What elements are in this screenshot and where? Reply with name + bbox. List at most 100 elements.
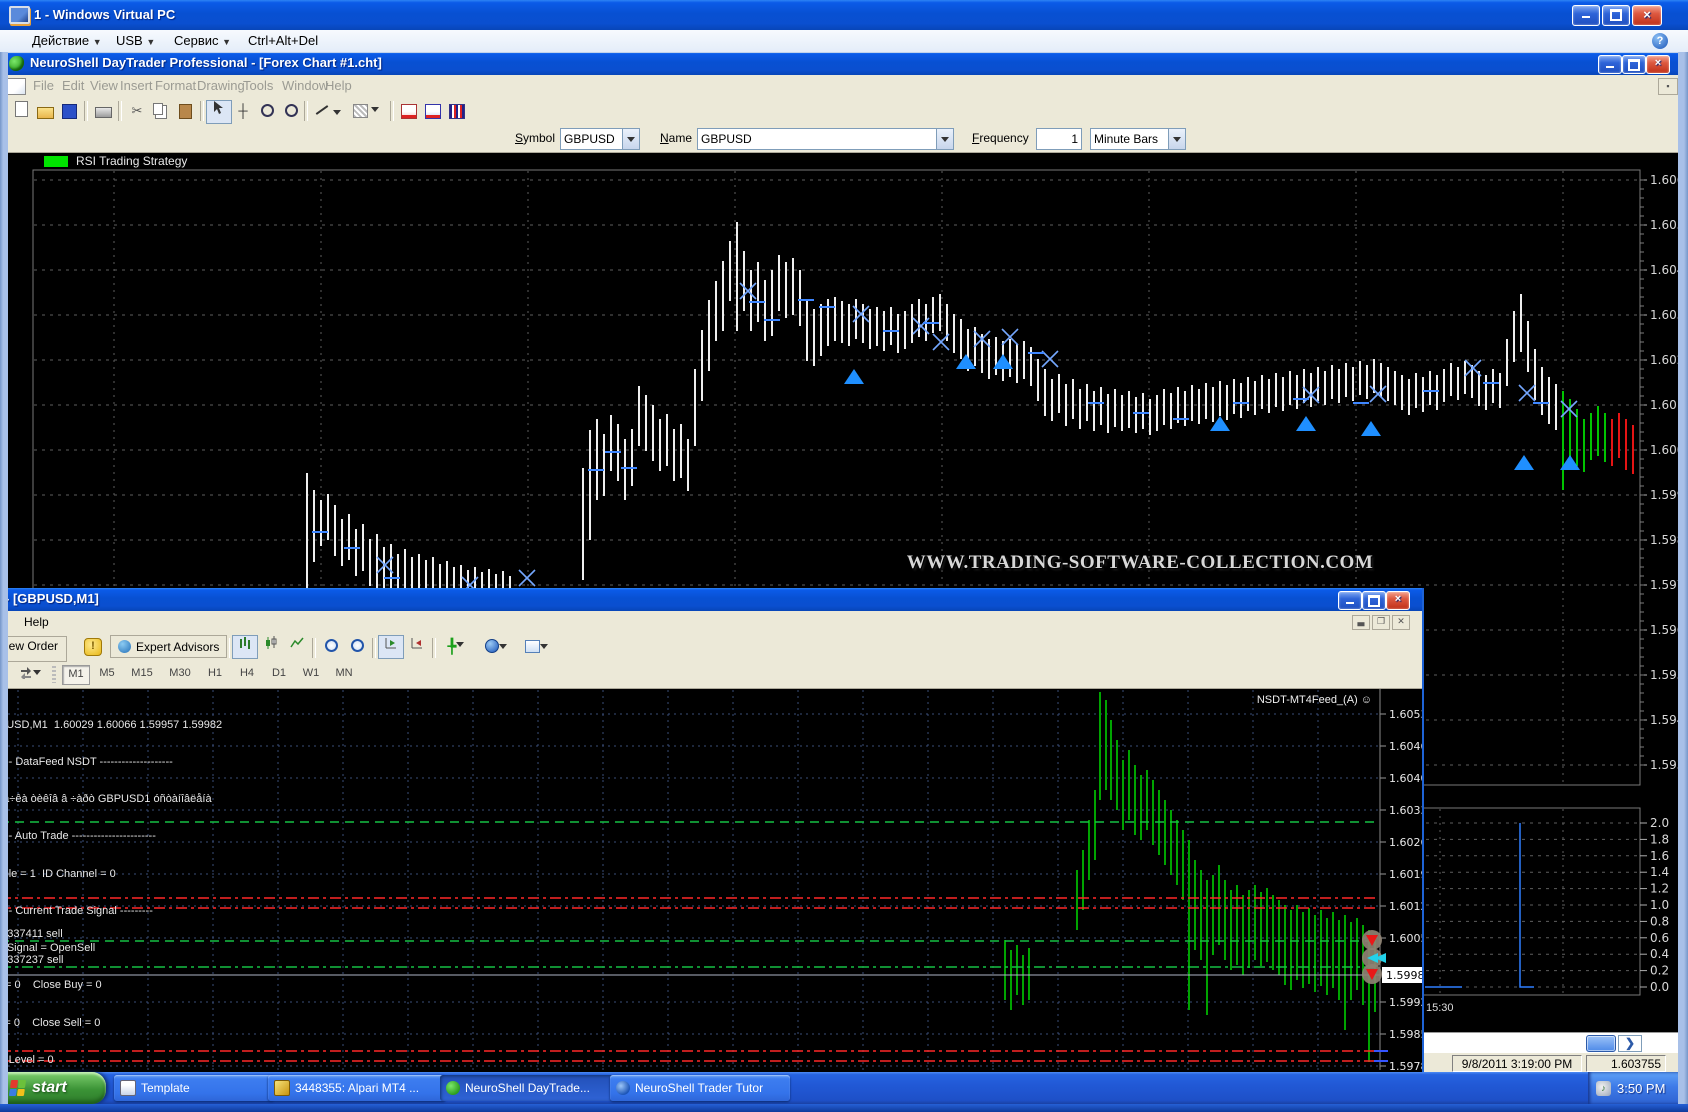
neuroshell-title-bar[interactable]: NeuroShell DayTrader Professional - [For… [0, 52, 1688, 75]
mt4-title-bar[interactable]: - [GBPUSD,M1] × [0, 588, 1422, 611]
zoom-in-icon[interactable] [254, 100, 280, 124]
mt4-child-minimize-icon[interactable]: ▃ [1352, 615, 1370, 630]
menu-insert[interactable]: Insert [120, 78, 153, 93]
start-button[interactable]: start [0, 1072, 106, 1104]
bar-chart-icon[interactable] [232, 635, 258, 659]
strategy-name: RSI Trading Strategy [76, 154, 187, 168]
menu-edit[interactable]: Edit [62, 78, 84, 93]
neuroshell-toolbar: ✂ ┼ [0, 97, 1688, 126]
restore-button[interactable] [1622, 55, 1646, 74]
bars-type-combo[interactable]: Minute Bars [1090, 128, 1186, 150]
indicators-icon[interactable]: ╄ [438, 635, 474, 659]
mt4-feed-label: NSDT-MT4Feed_(A) ☺ [1257, 694, 1372, 706]
menu-drawing[interactable]: Drawing [197, 78, 245, 93]
close-button[interactable]: × [1646, 55, 1670, 74]
tray-clock[interactable]: 3:50 PM [1617, 1081, 1665, 1096]
templates-icon[interactable] [518, 635, 554, 659]
mt4-restore-button[interactable] [1362, 591, 1386, 610]
timeframe-m15[interactable]: M15 [126, 665, 158, 683]
symbols-icon[interactable] [12, 664, 48, 688]
minimize-button[interactable] [1598, 55, 1622, 74]
mt4-zoom-out-icon[interactable] [344, 635, 370, 659]
print-icon[interactable] [90, 100, 116, 124]
timeframe-d1[interactable]: D1 [266, 665, 292, 683]
crosshair-tool-icon[interactable]: ┼ [230, 100, 256, 124]
window-title: NeuroShell DayTrader Professional - [For… [30, 55, 382, 70]
timeframe-h4[interactable]: H4 [234, 665, 260, 683]
vpc-border-left [0, 52, 8, 1112]
status-price: 1.603755 [1586, 1055, 1666, 1072]
mt4-info-block: GBPUSD,M1 1.60029 1.60066 1.59957 1.5998… [0, 694, 222, 1074]
mt4-minimize-button[interactable] [1338, 591, 1362, 610]
mt4-child-restore-icon[interactable]: ❐ [1372, 615, 1390, 630]
bars-type-dropdown-icon[interactable] [1168, 129, 1185, 149]
paste-icon[interactable] [172, 100, 198, 124]
symbol-combo[interactable]: GBPUSD [560, 128, 640, 150]
vpc-menu-usb[interactable]: USB ▼ [108, 30, 163, 51]
line-chart-icon[interactable] [284, 635, 310, 659]
timeframe-m1[interactable]: M1 [62, 665, 90, 685]
vpc-maximize-button[interactable] [1602, 5, 1630, 26]
periods-icon[interactable] [478, 635, 514, 659]
menu-tools[interactable]: Tools [243, 78, 273, 93]
name-combo[interactable]: GBPUSD [697, 128, 954, 150]
open-file-icon[interactable] [32, 100, 58, 124]
volume-tray-icon[interactable]: ♪ [1596, 1081, 1611, 1096]
new-file-icon[interactable] [8, 100, 34, 124]
neuroshell-logo-icon [9, 56, 24, 71]
menu-view[interactable]: View [90, 78, 118, 93]
vpc-menu-service[interactable]: Сервис ▼ [166, 30, 239, 51]
mt4-zoom-in-icon[interactable] [318, 635, 344, 659]
taskbar-item-neuroshell-tutor[interactable]: NeuroShell Trader Tutor [610, 1075, 790, 1101]
timeframe-h1[interactable]: H1 [202, 665, 228, 683]
vpc-menu-ctrl-alt-del[interactable]: Ctrl+Alt+Del [240, 30, 326, 51]
candlestick-icon[interactable] [258, 635, 284, 659]
taskbar-item-neuroshell-daytrader[interactable]: NeuroShell DayTrade... [440, 1075, 616, 1101]
chart-red-icon[interactable] [396, 100, 422, 124]
vpc-close-button[interactable]: × [1632, 5, 1662, 26]
svg-text:1.59982: 1.59982 [1386, 969, 1424, 982]
chart-blue-icon[interactable] [420, 100, 446, 124]
mt4-close-button[interactable]: × [1386, 591, 1410, 610]
pointer-tool-icon[interactable] [206, 100, 232, 124]
taskbar-item-alpari-mt4[interactable]: 3448355: Alpari MT4 ... [268, 1075, 446, 1101]
child-window-button[interactable]: ▪ [1658, 78, 1678, 95]
expert-advisors-button[interactable]: Expert Advisors [110, 635, 227, 658]
trendline-tool-icon[interactable] [310, 100, 346, 124]
timeframe-m30[interactable]: M30 [164, 665, 196, 683]
taskbar: start Template 3448355: Alpari MT4 ... N… [0, 1072, 1688, 1104]
copy-icon[interactable] [148, 100, 174, 124]
symbol-dropdown-icon[interactable] [622, 129, 639, 149]
time-axis-label: 15:30 [1426, 1002, 1454, 1014]
mt4-menu-help[interactable]: Help [24, 615, 49, 629]
menu-file[interactable]: File [33, 78, 54, 93]
taskbar-item-template[interactable]: Template [114, 1075, 274, 1101]
scroll-right-icon[interactable]: ❯ [1618, 1035, 1642, 1052]
auto-scroll-icon[interactable] [378, 635, 404, 659]
timeframe-m5[interactable]: M5 [94, 665, 120, 683]
save-icon[interactable] [56, 100, 82, 124]
name-dropdown-icon[interactable] [936, 129, 953, 149]
new-order-button[interactable]: New Order [0, 636, 67, 662]
scrollbar-thumb[interactable] [1586, 1035, 1616, 1052]
chart-multi-icon[interactable] [444, 100, 470, 124]
expert-advisors-icon [118, 640, 131, 653]
frequency-input[interactable]: 1 [1036, 128, 1082, 150]
menu-help[interactable]: Help [325, 78, 352, 93]
timeframe-w1[interactable]: W1 [298, 665, 324, 683]
menu-format[interactable]: Format [155, 78, 196, 93]
timeframe-mn[interactable]: MN [330, 665, 358, 683]
vpc-help-icon[interactable]: ? [1652, 33, 1668, 49]
chart-shift-icon[interactable] [404, 635, 430, 659]
svg-text:1.60055: 1.60055 [1389, 932, 1424, 945]
svg-text:1.60400: 1.60400 [1389, 772, 1424, 785]
vpc-menu-action[interactable]: Действие ▼ [24, 30, 110, 51]
zoom-out-icon[interactable] [278, 100, 304, 124]
pattern-fill-icon[interactable] [348, 100, 384, 124]
mt4-child-close-icon[interactable]: ✕ [1392, 615, 1410, 630]
cut-icon[interactable]: ✂ [124, 100, 150, 124]
menu-window[interactable]: Window [282, 78, 328, 93]
vpc-minimize-button[interactable] [1572, 5, 1600, 26]
vpc-title-bar[interactable]: 1 - Windows Virtual PC × [0, 0, 1688, 31]
svg-text:0.6: 0.6 [1650, 931, 1669, 945]
